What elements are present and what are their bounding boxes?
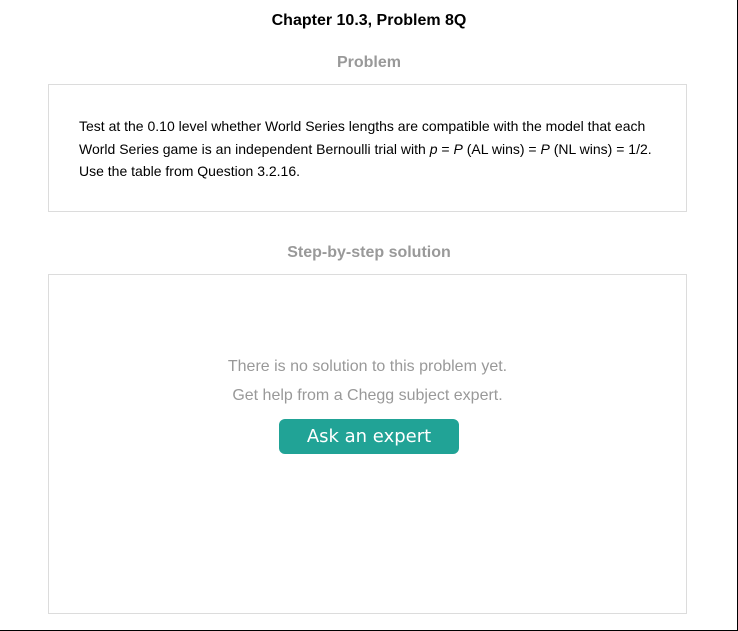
- problem-var-P1: P: [453, 140, 463, 157]
- no-solution-line-2: Get help from a Chegg subject expert.: [232, 387, 503, 404]
- problem-var-P2: P: [540, 140, 550, 157]
- problem-text-part2: (AL wins) =: [462, 140, 541, 157]
- no-solution-line-1: There is no solution to this problem yet…: [227, 358, 508, 375]
- problem-box: Test at the 0.10 level whether World Ser…: [48, 84, 687, 212]
- problem-equals: =: [437, 140, 454, 157]
- problem-text: Test at the 0.10 level whether World Ser…: [79, 118, 652, 179]
- solution-heading: Step-by-step solution: [287, 244, 451, 261]
- ask-an-expert-button[interactable]: Ask an expert: [279, 419, 459, 454]
- problem-var-p: p: [429, 140, 438, 157]
- problem-heading: Problem: [336, 54, 401, 71]
- page-title: Chapter 10.3, Problem 8Q: [271, 12, 467, 29]
- solution-box: There is no solution to this problem yet…: [48, 274, 687, 614]
- no-solution-message: There is no solution to this problem yet…: [49, 352, 686, 410]
